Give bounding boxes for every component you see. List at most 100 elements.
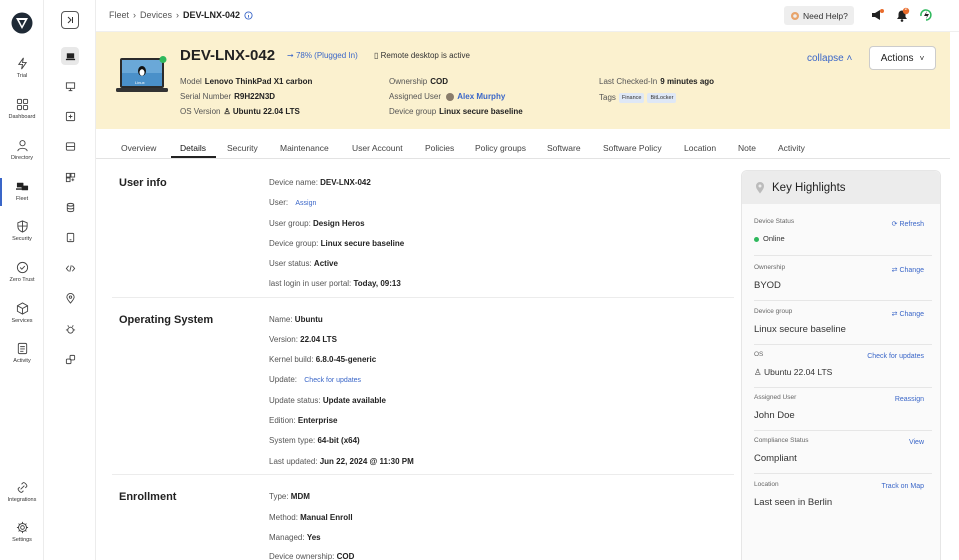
location-pin-icon — [756, 182, 764, 194]
breadcrumb-devices[interactable]: Devices — [140, 10, 172, 20]
need-help-button[interactable]: Need Help? — [784, 6, 854, 25]
change-group-button[interactable]: ⇄ Change — [892, 310, 924, 318]
breadcrumb-fleet[interactable]: Fleet — [109, 10, 129, 20]
nav-label: Services — [11, 318, 33, 324]
field-value: 6.8.0-45-generic — [315, 355, 377, 364]
field-kernel-build: Kernel build: 6.8.0-45-generic — [269, 355, 377, 364]
refresh-button[interactable]: ⟳ Refresh — [892, 220, 924, 228]
refresh-label: Refresh — [899, 221, 924, 228]
field-value: DEV-LNX-042 — [320, 178, 371, 187]
assign-user-link[interactable]: Assign — [295, 200, 316, 207]
location-pin-icon[interactable] — [61, 289, 79, 307]
bug-icon[interactable] — [61, 320, 79, 338]
field-system-type: System type: 64-bit (x64) — [269, 436, 360, 445]
serial-label: Serial Number — [180, 92, 232, 101]
nav-item-activity[interactable]: Activity — [0, 342, 44, 364]
field-value: Manual Enroll — [300, 513, 353, 522]
brand-logo-icon[interactable] — [11, 12, 33, 34]
tag-bitlocker[interactable]: BitLocker — [647, 93, 677, 103]
nav-label: Integrations — [7, 497, 37, 503]
nav-label: Dashboard — [8, 114, 36, 120]
integration-icon[interactable] — [61, 350, 79, 368]
tab-policies[interactable]: Policies — [425, 143, 454, 153]
check-updates-link[interactable]: Check for updates — [304, 377, 361, 384]
laptop-icon[interactable] — [61, 47, 79, 65]
tab-overview[interactable]: Overview — [121, 143, 156, 153]
tab-details[interactable]: Details — [180, 143, 206, 153]
field-device-name: Device name: DEV-LNX-042 — [269, 178, 371, 187]
add-device-icon[interactable] — [61, 107, 79, 125]
model-value: Lenovo ThinkPad X1 carbon — [204, 77, 313, 86]
lifebuoy-icon — [791, 11, 799, 20]
nav-label: Zero Trust — [9, 277, 35, 283]
field-value: COD — [336, 552, 355, 560]
activity-bolt-icon[interactable] — [918, 7, 934, 23]
device-groups-icon[interactable] — [61, 168, 79, 186]
tab-software[interactable]: Software — [547, 143, 581, 153]
nav-item-integrations[interactable]: Integrations — [0, 481, 44, 503]
tab-maintenance[interactable]: Maintenance — [280, 143, 329, 153]
nav-item-directory[interactable]: Directory — [0, 139, 44, 161]
highlight-label: Device group — [754, 308, 793, 315]
megaphone-icon[interactable] — [869, 7, 885, 23]
storage-icon[interactable] — [61, 198, 79, 216]
info-icon[interactable] — [244, 10, 253, 20]
check-for-updates-button[interactable]: Check for updates — [867, 353, 924, 360]
field-managed: Managed: Yes — [269, 533, 321, 542]
tab-policy-groups[interactable]: Policy groups — [475, 143, 526, 153]
change-ownership-button[interactable]: ⇄ Change — [892, 266, 924, 274]
field-value: Design Heros — [313, 219, 365, 228]
field-label: last login in user portal — [269, 279, 350, 288]
desktop-icon[interactable] — [61, 77, 79, 95]
section-divider — [112, 297, 734, 298]
nav-item-dashboard[interactable]: Dashboard — [0, 98, 44, 120]
breadcrumb-separator: › — [133, 10, 137, 20]
nav-label: Trial — [16, 73, 28, 79]
field-last-login: last login in user portal: Today, 09:13 — [269, 279, 401, 288]
field-value: Active — [313, 259, 338, 268]
reassign-button[interactable]: Reassign — [895, 396, 924, 403]
actions-button[interactable]: Actions ˅ — [869, 46, 936, 70]
battery-status: ➞ 78% (Plugged In) — [287, 51, 358, 60]
assigned-user-link[interactable]: Alex Murphy — [457, 92, 505, 101]
tab-user-account[interactable]: User Account — [352, 143, 403, 153]
need-help-label: Need Help? — [803, 10, 848, 21]
tags-label: Tags — [599, 93, 616, 103]
fleet-subnav — [44, 0, 96, 560]
nav-item-settings[interactable]: Settings — [0, 521, 44, 543]
laptop-os-label: Linux — [135, 80, 145, 85]
laptop-icon — [116, 56, 168, 92]
device-header: Linux DEV-LNX-042 ➞ 78% (Plugged In) ▯ R… — [96, 32, 950, 129]
tab-note[interactable]: Note — [738, 143, 756, 153]
nav-item-zero-trust[interactable]: Zero Trust — [0, 261, 44, 283]
nav-item-security[interactable]: Security — [0, 220, 44, 242]
mobile-icon[interactable] — [61, 228, 79, 246]
nav-item-fleet[interactable]: Fleet — [0, 178, 44, 206]
device-group-field: Device group Linux secure baseline — [389, 107, 523, 116]
tab-security[interactable]: Security — [227, 143, 258, 153]
tab-bar: Overview Details Security Maintenance Us… — [96, 129, 950, 159]
server-icon[interactable] — [61, 137, 79, 155]
tab-location[interactable]: Location — [684, 143, 716, 153]
code-icon[interactable] — [61, 259, 79, 277]
nav-item-trial[interactable]: Trial — [0, 57, 44, 79]
expand-sidebar-icon[interactable] — [61, 11, 79, 29]
os-value-text: Ubuntu 22.04 LTS — [763, 367, 833, 377]
field-update: Update: Check for updates — [269, 375, 362, 384]
field-enroll-type: Type: MDM — [269, 492, 310, 501]
view-compliance-button[interactable]: View — [909, 439, 924, 446]
collapse-button[interactable]: collapse ˄ — [807, 53, 852, 64]
chevron-up-icon: ˄ — [846, 53, 853, 64]
collapse-label: collapse — [807, 53, 844, 64]
device-title: DEV-LNX-042 — [180, 47, 276, 64]
tab-software-policy[interactable]: Software Policy — [603, 143, 662, 153]
nav-item-services[interactable]: Services — [0, 302, 44, 324]
tab-activity[interactable]: Activity — [778, 143, 805, 153]
nav-label: Directory — [10, 155, 33, 161]
track-on-map-button[interactable]: Track on Map — [881, 483, 924, 490]
swap-icon: ⇄ — [891, 267, 898, 274]
field-label: Edition — [269, 416, 294, 425]
highlight-value: Last seen in Berlin — [754, 497, 833, 508]
tag-finance[interactable]: Finance — [618, 93, 645, 103]
highlight-location: Location Last seen in Berlin Track on Ma… — [754, 481, 932, 518]
